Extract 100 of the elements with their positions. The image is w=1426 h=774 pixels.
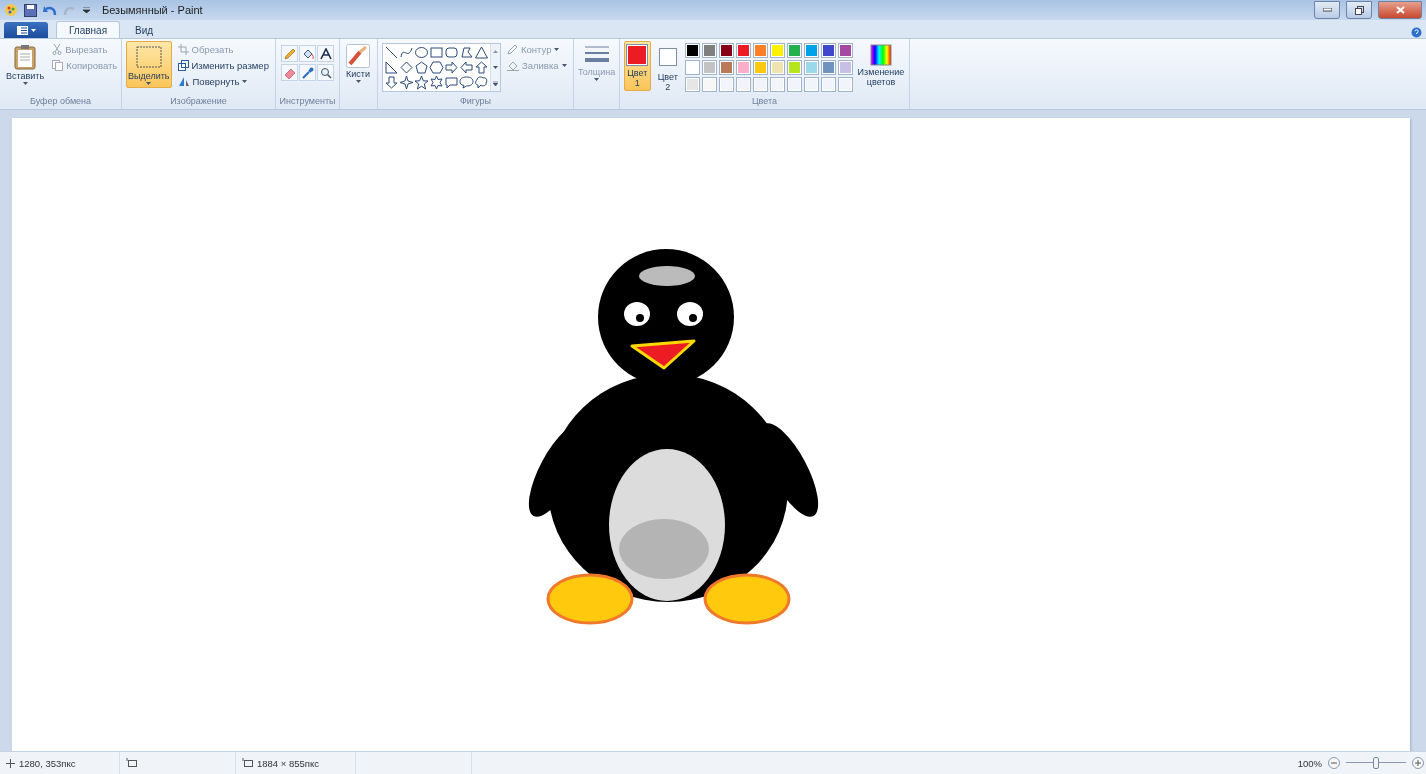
expand-icon (493, 80, 498, 86)
minus-icon (1331, 762, 1337, 764)
cursor-position: 1280, 353пкс (19, 757, 76, 769)
resize-button[interactable]: Изменить размер (175, 57, 271, 73)
minimize-button[interactable] (1314, 1, 1340, 19)
palette-swatch[interactable] (770, 60, 785, 75)
empty-palette-slot[interactable] (804, 77, 819, 92)
palette-swatch[interactable] (838, 43, 853, 58)
palette-swatch[interactable] (787, 60, 802, 75)
shape-button[interactable] (444, 60, 459, 75)
palette-swatch[interactable] (753, 60, 768, 75)
speech-bubble-icon (444, 75, 459, 90)
palette-swatch[interactable] (702, 43, 717, 58)
palette-swatch[interactable] (685, 43, 700, 58)
color-slot-button[interactable]: Цвет 2 (654, 41, 681, 95)
cloud-callout-icon (474, 75, 489, 90)
caret-icon (146, 82, 152, 85)
caret-icon (30, 28, 36, 32)
shape-button[interactable] (474, 45, 489, 60)
shape-button[interactable] (474, 75, 489, 90)
shape-button[interactable] (444, 75, 459, 90)
palette-swatch[interactable] (736, 43, 751, 58)
shape-button[interactable] (399, 75, 414, 90)
color-picker-tool[interactable] (299, 64, 316, 81)
palette-swatch[interactable] (838, 60, 853, 75)
palette-swatch[interactable] (719, 60, 734, 75)
edit-colors-button[interactable]: Изменение цветов (857, 41, 905, 90)
empty-palette-slot[interactable] (787, 77, 802, 92)
palette-swatch[interactable] (702, 60, 717, 75)
palette-swatch[interactable] (702, 77, 717, 92)
shape-button[interactable] (429, 75, 444, 90)
palette-swatch[interactable] (804, 43, 819, 58)
zoom-out-button[interactable] (1328, 757, 1340, 769)
empty-palette-slot[interactable] (821, 77, 836, 92)
eraser-tool[interactable] (281, 64, 298, 81)
rotate-icon (177, 75, 190, 87)
paint-bucket-icon (301, 47, 314, 60)
shape-button[interactable] (459, 60, 474, 75)
palette-swatch[interactable] (719, 43, 734, 58)
empty-palette-slot[interactable] (736, 77, 751, 92)
ribbon-tab[interactable]: Вид (122, 21, 167, 38)
empty-palette-slot[interactable] (838, 77, 853, 92)
eyedropper-icon (301, 66, 314, 79)
select-button[interactable]: Выделить (126, 41, 172, 88)
minimize-icon (1322, 8, 1332, 12)
shape-button[interactable] (384, 75, 399, 90)
canvas-size: 1884 × 855пкс (257, 757, 319, 769)
palette-swatch[interactable] (685, 77, 700, 92)
shape-button[interactable] (459, 75, 474, 90)
shape-button[interactable] (474, 60, 489, 75)
save-icon (24, 3, 37, 17)
shape-button[interactable] (444, 45, 459, 60)
shape-button[interactable] (399, 45, 414, 60)
palette-swatch[interactable] (804, 60, 819, 75)
magnifier-tool[interactable] (317, 64, 334, 81)
zoom-in-button[interactable] (1412, 757, 1424, 769)
palette-swatch[interactable] (685, 60, 700, 75)
shape-button[interactable] (414, 75, 429, 90)
paste-button[interactable]: Вставить (4, 41, 47, 88)
eraser-icon (283, 66, 296, 79)
slider-thumb[interactable] (1373, 757, 1379, 769)
close-icon (1395, 6, 1405, 14)
plus-icon (1415, 760, 1421, 766)
color-slot-button[interactable]: Цвет 1 (624, 41, 651, 91)
clipboard-icon (14, 44, 37, 70)
caret-icon (493, 66, 498, 69)
selection-icon (134, 44, 163, 70)
empty-palette-slot[interactable] (719, 77, 734, 92)
shape-button[interactable] (414, 60, 429, 75)
resize-icon (177, 59, 189, 71)
restore-button[interactable] (1346, 1, 1372, 19)
rotate-button[interactable]: Повернуть (175, 73, 271, 89)
scissors-icon (52, 43, 63, 55)
empty-palette-slot[interactable] (753, 77, 768, 92)
ribbon-tab[interactable]: Главная (56, 21, 121, 38)
palette-swatch[interactable] (753, 43, 768, 58)
palette-swatch[interactable] (736, 60, 751, 75)
drawing-canvas[interactable] (12, 118, 1410, 754)
empty-palette-slot[interactable] (770, 77, 785, 92)
palette-swatch[interactable] (821, 60, 836, 75)
palette-swatch[interactable] (770, 43, 785, 58)
magnifier-icon (319, 66, 332, 79)
shape-button[interactable] (384, 60, 399, 75)
expand-gallery-button[interactable] (491, 75, 500, 91)
fill-tool[interactable] (299, 45, 316, 62)
shape-button[interactable] (414, 45, 429, 60)
shape-button[interactable] (384, 45, 399, 60)
four-point-star-icon (399, 75, 414, 90)
palette-swatch[interactable] (787, 43, 802, 58)
palette-swatch[interactable] (821, 43, 836, 58)
close-button[interactable] (1378, 1, 1422, 19)
right-triangle-icon (384, 60, 399, 75)
app-menu-button[interactable] (4, 22, 48, 38)
hexagon-icon (429, 60, 444, 75)
brushes-button[interactable]: Кисти (344, 41, 372, 86)
shape-button[interactable] (429, 60, 444, 75)
copy-icon (52, 59, 64, 71)
shape-button[interactable] (459, 45, 474, 60)
pencil-icon (283, 47, 296, 60)
text-tool[interactable] (317, 45, 334, 62)
